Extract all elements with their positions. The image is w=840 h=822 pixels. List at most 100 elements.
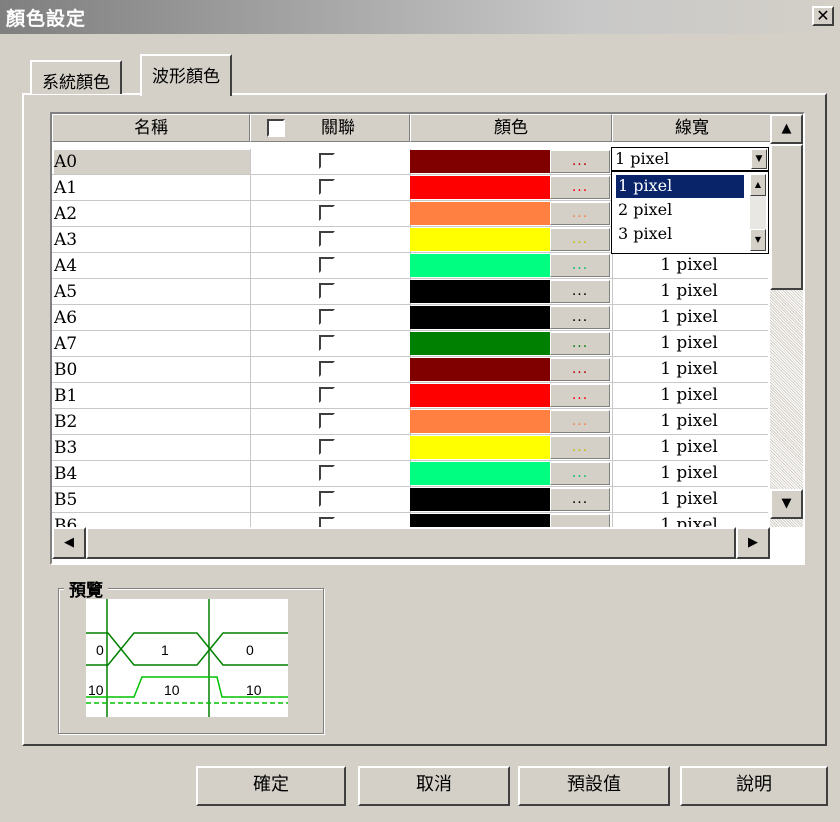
line-width-combo-value: 1 pixel (615, 149, 670, 168)
table-row[interactable]: A6... 1 pixel (52, 305, 768, 331)
wave2-value-0: 10 (88, 682, 104, 698)
color-picker-button[interactable]: ... (550, 488, 610, 511)
link-checkbox[interactable] (319, 361, 335, 377)
color-picker-button[interactable]: ... (550, 436, 610, 459)
link-checkbox[interactable] (319, 387, 335, 403)
table-row[interactable]: B1... 1 pixel (52, 383, 768, 409)
vertical-scroll-thumb[interactable] (770, 144, 803, 290)
color-swatch[interactable] (410, 176, 550, 199)
color-swatch[interactable] (410, 436, 550, 459)
color-swatch[interactable] (410, 488, 550, 511)
color-swatch[interactable] (410, 384, 550, 407)
color-swatch[interactable] (410, 410, 550, 433)
color-swatch[interactable] (410, 462, 550, 485)
line-width-cell[interactable]: 1 pixel (614, 487, 764, 512)
link-checkbox[interactable] (319, 439, 335, 455)
scroll-down-icon[interactable]: ▼ (770, 489, 803, 519)
dropdown-scrollbar[interactable]: ▲ ▼ (750, 174, 766, 251)
link-checkbox[interactable] (319, 309, 335, 325)
color-picker-button[interactable]: ... (550, 358, 610, 381)
line-width-combo[interactable]: 1 pixel ▼ (611, 147, 769, 171)
line-width-cell[interactable]: 1 pixel (614, 331, 764, 356)
chevron-down-icon[interactable]: ▼ (751, 149, 767, 169)
color-picker-button[interactable]: ... (550, 228, 610, 251)
color-swatch[interactable] (410, 202, 550, 225)
color-picker-button[interactable]: ... (550, 150, 610, 173)
row-name: A2 (54, 204, 78, 224)
color-swatch[interactable] (410, 306, 550, 329)
line-width-cell[interactable]: 1 pixel (614, 409, 764, 434)
select-all-checkbox[interactable] (267, 119, 285, 137)
table-row[interactable]: B3... 1 pixel (52, 435, 768, 461)
link-checkbox[interactable] (319, 335, 335, 351)
line-width-cell[interactable]: 1 pixel (614, 383, 764, 408)
color-picker-button[interactable]: ... (550, 384, 610, 407)
column-header-line-width[interactable]: 線寬 (612, 114, 772, 142)
grid-vertical-scrollbar[interactable]: ▲ ▼ (770, 114, 803, 527)
row-name: A7 (54, 334, 78, 354)
horizontal-scroll-thumb[interactable] (86, 527, 736, 559)
link-checkbox[interactable] (319, 413, 335, 429)
line-width-cell[interactable]: 1 pixel (614, 461, 764, 486)
table-row[interactable]: B4... 1 pixel (52, 461, 768, 487)
grid-horizontal-scrollbar[interactable]: ◀ ▶ (52, 527, 770, 559)
column-header-link[interactable]: 關聯 (250, 114, 410, 142)
dropdown-option-1px[interactable]: 1 pixel (615, 174, 745, 199)
dropdown-option-3px[interactable]: 3 pixel (616, 223, 744, 246)
line-width-cell[interactable]: 1 pixel (614, 253, 764, 278)
scroll-up-icon[interactable]: ▲ (770, 114, 803, 144)
link-checkbox[interactable] (319, 205, 335, 221)
color-swatch[interactable] (410, 254, 550, 277)
color-swatch[interactable] (410, 228, 550, 251)
default-button[interactable]: 預設值 (518, 766, 670, 806)
color-picker-button[interactable]: ... (550, 462, 610, 485)
link-checkbox[interactable] (319, 179, 335, 195)
table-row[interactable]: B2... 1 pixel (52, 409, 768, 435)
color-picker-button[interactable]: ... (550, 176, 610, 199)
dropdown-option-2px[interactable]: 2 pixel (616, 199, 744, 222)
title-bar[interactable]: 顏色設定 ✕ (0, 0, 840, 34)
color-swatch[interactable] (410, 358, 550, 381)
scroll-up-icon[interactable]: ▲ (750, 174, 766, 196)
table-row[interactable]: B0... 1 pixel (52, 357, 768, 383)
waveform-preview-graphic: 0 1 0 10 10 10 (86, 599, 288, 717)
tab-waveform-colors[interactable]: 波形顏色 (140, 54, 232, 96)
table-row[interactable]: A4... 1 pixel (52, 253, 768, 279)
color-picker-button[interactable]: ... (550, 202, 610, 225)
line-width-cell[interactable]: 1 pixel (614, 435, 764, 460)
column-header-link-label: 關聯 (321, 118, 355, 138)
table-row[interactable]: A5... 1 pixel (52, 279, 768, 305)
color-swatch[interactable] (410, 280, 550, 303)
line-width-cell[interactable]: 1 pixel (614, 357, 764, 382)
color-swatch[interactable] (410, 332, 550, 355)
color-swatch[interactable] (410, 150, 550, 173)
color-picker-button[interactable]: ... (550, 306, 610, 329)
tab-system-colors[interactable]: 系統顏色 (30, 60, 122, 94)
line-width-cell[interactable]: 1 pixel (614, 305, 764, 330)
table-row[interactable]: A7... 1 pixel (52, 331, 768, 357)
help-button[interactable]: 說明 (680, 766, 828, 806)
scroll-right-icon[interactable]: ▶ (736, 527, 770, 559)
link-checkbox[interactable] (319, 283, 335, 299)
color-picker-button[interactable]: ... (550, 280, 610, 303)
color-picker-button[interactable]: ... (550, 254, 610, 277)
row-name: A4 (54, 256, 78, 276)
link-checkbox[interactable] (319, 465, 335, 481)
column-header-name[interactable]: 名稱 (52, 114, 250, 142)
scroll-down-icon[interactable]: ▼ (750, 229, 766, 251)
close-button[interactable]: ✕ (812, 6, 834, 26)
ok-button[interactable]: 確定 (196, 766, 346, 806)
wave1-value-0: 0 (96, 642, 104, 658)
link-checkbox[interactable] (319, 491, 335, 507)
table-row[interactable]: B5... 1 pixel (52, 487, 768, 513)
column-header-color[interactable]: 顏色 (410, 114, 612, 142)
scroll-left-icon[interactable]: ◀ (52, 527, 86, 559)
link-checkbox[interactable] (319, 257, 335, 273)
wave1-value-1: 1 (161, 642, 169, 658)
color-picker-button[interactable]: ... (550, 332, 610, 355)
link-checkbox[interactable] (319, 153, 335, 169)
line-width-cell[interactable]: 1 pixel (614, 279, 764, 304)
cancel-button[interactable]: 取消 (358, 766, 510, 806)
color-picker-button[interactable]: ... (550, 410, 610, 433)
link-checkbox[interactable] (319, 231, 335, 247)
